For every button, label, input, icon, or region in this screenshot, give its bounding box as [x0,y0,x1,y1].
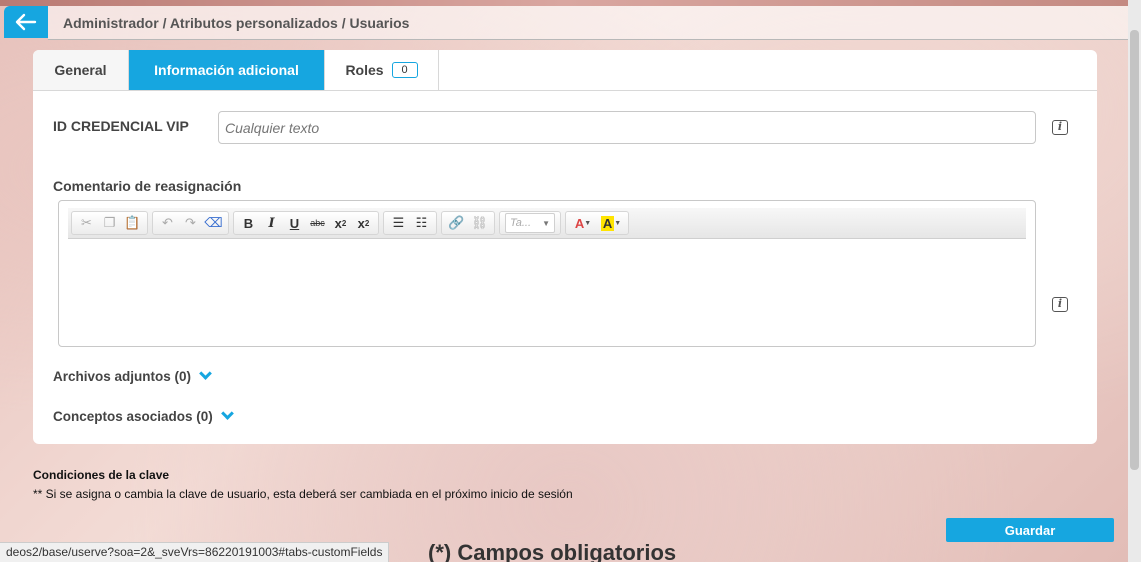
superscript-icon[interactable]: x2 [352,212,375,234]
bold-icon[interactable]: B [237,212,260,234]
save-button[interactable]: Guardar [946,518,1114,542]
paste-icon[interactable]: 📋 [121,212,144,234]
vertical-scrollbar[interactable] [1128,0,1141,562]
tab-informacion-adicional[interactable]: Información adicional [129,50,325,90]
copy-icon[interactable]: ❐ [98,212,121,234]
color-group: A ▼ A ▼ [565,211,629,235]
styles-dropdown[interactable]: Ta... ▼ [505,213,555,233]
tab-roles[interactable]: Roles 0 [325,50,439,90]
caret-down-icon: ▼ [542,218,550,228]
archivos-adjuntos-toggle[interactable]: Archivos adjuntos (0) [53,367,212,384]
unlink-icon[interactable]: ⛓ [468,212,491,234]
clipboard-group: ✂ ❐ 📋 [71,211,148,235]
cut-icon[interactable]: ✂ [75,212,98,234]
chevron-down-icon [199,367,212,380]
back-button[interactable] [4,6,48,38]
editor-content-area[interactable] [68,239,1026,339]
tab-label: Información adicional [154,62,299,78]
required-fields-note: (*) Campos obligatorios [428,540,677,562]
background-color-icon[interactable]: A ▼ [597,212,625,234]
info-icon[interactable]: i [1052,120,1068,135]
conceptos-asociados-toggle[interactable]: Conceptos asociados (0) [53,407,234,424]
italic-icon[interactable]: I [260,212,283,234]
rich-text-editor: ✂ ❐ 📋 ↶ ↷ ⌫ B I U abc x2 x2 ☰ ☷ 🔗 ⛓ Ta..… [58,200,1036,347]
roles-count-badge: 0 [391,62,418,78]
archivos-adjuntos-label: Archivos adjuntos (0) [53,369,192,384]
tab-label: Roles [345,62,384,78]
conditions-note: ** Si se asigna o cambia la clave de usu… [33,487,573,501]
id-credencial-label: ID CREDENCIAL VIP [53,118,189,134]
numbered-list-icon[interactable]: ☰ [387,212,410,234]
main-panel: General Información adicional Roles 0 ID… [33,50,1097,444]
strikethrough-icon[interactable]: abc [306,212,329,234]
status-url-bar: deos2/base/userve?soa=2&_sveVrs=86220191… [0,542,390,562]
text-color-icon[interactable]: A ▼ [569,212,597,234]
link-group: 🔗 ⛓ [441,211,495,235]
styles-group: Ta... ▼ [499,211,561,235]
tab-general[interactable]: General [33,50,129,90]
bulleted-list-icon[interactable]: ☷ [410,212,433,234]
conceptos-asociados-label: Conceptos asociados (0) [53,409,213,424]
redo-icon[interactable]: ↷ [179,212,202,234]
chevron-down-icon [220,407,234,420]
id-credencial-input[interactable] [218,111,1036,144]
history-group: ↶ ↷ ⌫ [152,211,229,235]
conditions-title: Condiciones de la clave [33,468,170,482]
editor-toolbar: ✂ ❐ 📋 ↶ ↷ ⌫ B I U abc x2 x2 ☰ ☷ 🔗 ⛓ Ta..… [68,208,1026,239]
comentario-label: Comentario de reasignación [53,178,242,194]
styles-dropdown-value: Ta... [510,217,531,229]
subscript-icon[interactable]: x2 [329,212,352,234]
info-icon[interactable]: i [1052,297,1068,312]
tab-bar: General Información adicional Roles 0 [33,50,1097,91]
arrow-left-icon [15,13,37,31]
tab-label: General [54,62,107,78]
undo-icon[interactable]: ↶ [156,212,179,234]
underline-icon[interactable]: U [283,212,306,234]
format-group: B I U abc x2 x2 [233,211,379,235]
scrollbar-thumb[interactable] [1130,30,1139,470]
eraser-icon[interactable]: ⌫ [202,212,225,234]
list-group: ☰ ☷ [383,211,437,235]
breadcrumb: Administrador / Atributos personalizados… [63,15,410,31]
link-icon[interactable]: 🔗 [445,212,468,234]
